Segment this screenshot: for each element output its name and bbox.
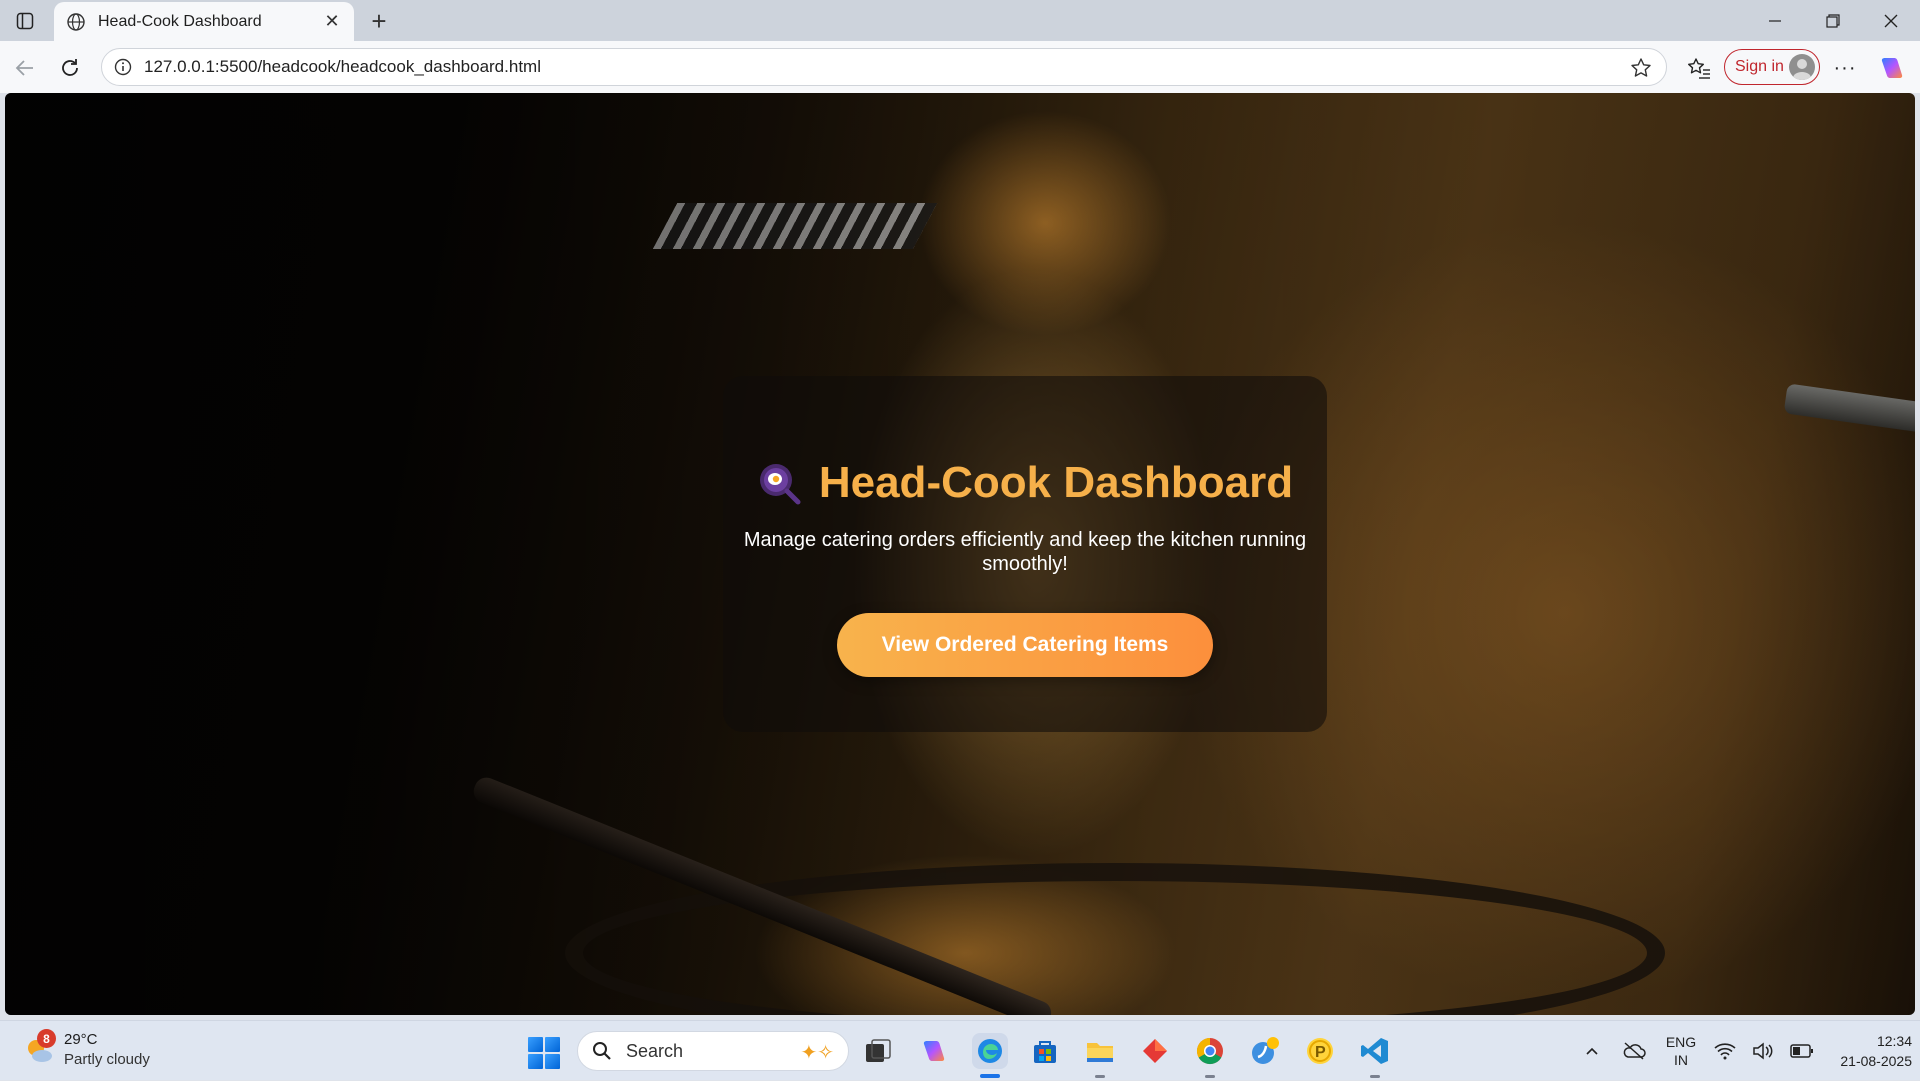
edge-icon — [978, 1039, 1002, 1063]
windows-logo-quad — [545, 1054, 560, 1069]
arrow-left-icon — [15, 60, 33, 76]
vscode-icon — [1361, 1038, 1388, 1064]
start-button[interactable] — [528, 1037, 560, 1069]
windows-logo-quad — [528, 1054, 543, 1069]
show-hidden-icons-button[interactable] — [1580, 1021, 1604, 1081]
clock-time: 12:34 — [1876, 1033, 1912, 1049]
sparkle-icon: ✦✧ — [800, 1042, 834, 1064]
weather-condition: Partly cloudy — [64, 1051, 150, 1068]
globe-icon — [67, 12, 85, 31]
close-tab-icon[interactable]: ✕ — [322, 11, 342, 32]
view-ordered-items-button[interactable]: View Ordered Catering Items — [837, 613, 1213, 677]
copilot-taskbar-button[interactable] — [916, 1033, 952, 1069]
restore-button[interactable] — [1810, 6, 1856, 36]
running-indicator — [1095, 1075, 1105, 1078]
language-region: IN — [1674, 1052, 1688, 1068]
battery-icon — [1790, 1044, 1813, 1058]
chrome-icon — [1196, 1037, 1223, 1065]
copilot-icon — [1881, 58, 1903, 78]
store-icon — [1034, 1041, 1056, 1063]
minimize-icon — [1769, 20, 1781, 22]
tab-actions-button[interactable] — [8, 8, 42, 34]
reload-icon — [62, 59, 78, 76]
url-text: 127.0.0.1:5500/headcook/headcook_dashboa… — [144, 57, 541, 76]
favorites-button[interactable] — [1684, 53, 1714, 83]
search-label: Search — [626, 1040, 684, 1061]
reload-button[interactable] — [55, 53, 85, 83]
running-indicator — [1205, 1075, 1215, 1078]
info-icon[interactable] — [114, 58, 132, 76]
vscode-taskbar-button[interactable] — [1357, 1033, 1393, 1078]
file-explorer-taskbar-button[interactable] — [1082, 1033, 1118, 1078]
favorites-icon — [1688, 58, 1710, 79]
store-taskbar-button[interactable] — [1027, 1033, 1063, 1069]
more-options-button[interactable]: ··· — [1830, 53, 1860, 83]
windows-logo-quad — [528, 1037, 543, 1052]
avatar — [1789, 54, 1815, 80]
running-indicator — [1370, 1075, 1380, 1078]
chevron-up-icon — [1586, 1047, 1598, 1055]
tab-strip: Head-Cook Dashboard ✕ + — [0, 0, 1920, 41]
tab-title: Head-Cook Dashboard — [98, 12, 262, 30]
quick-settings-button[interactable] — [1714, 1021, 1814, 1081]
clock-date: 21-08-2025 — [1840, 1053, 1912, 1069]
frying-pan-icon — [759, 464, 801, 505]
page-viewport: Head-Cook Dashboard Manage catering orde… — [5, 93, 1915, 1015]
sign-in-label: Sign in — [1735, 58, 1784, 75]
address-bar[interactable]: 127.0.0.1:5500/headcook/headcook_dashboa… — [101, 48, 1667, 86]
folder-icon — [1087, 1043, 1113, 1062]
onedrive-button[interactable] — [1620, 1021, 1648, 1081]
close-icon — [1884, 14, 1898, 28]
weather-widget[interactable]: 8 29°C Partly cloudy — [20, 1029, 190, 1073]
blue-app-taskbar-button[interactable] — [1247, 1033, 1283, 1069]
browser-toolbar: 127.0.0.1:5500/headcook/headcook_dashboa… — [0, 41, 1920, 93]
red-app-taskbar-button[interactable] — [1137, 1033, 1173, 1069]
wifi-icon — [1714, 1043, 1736, 1060]
diamond-app-icon — [1143, 1039, 1167, 1063]
weather-app-icon — [1252, 1037, 1279, 1064]
language-code: ENG — [1665, 1034, 1697, 1050]
back-button[interactable] — [10, 53, 40, 83]
sign-in-button[interactable]: Sign in — [1724, 49, 1820, 85]
new-tab-button[interactable]: + — [364, 6, 394, 36]
active-indicator — [980, 1074, 1000, 1078]
hero-title-row: Head-Cook Dashboard — [757, 458, 1293, 508]
star-icon[interactable] — [1630, 57, 1652, 79]
weather-temperature: 29°C — [64, 1031, 98, 1048]
minimize-button[interactable] — [1752, 6, 1798, 36]
search-icon — [593, 1042, 611, 1060]
restore-icon — [1826, 14, 1840, 28]
svg-text:P: P — [1315, 1044, 1326, 1061]
language-indicator[interactable]: ENG IN — [1660, 1021, 1702, 1081]
tab-active[interactable]: Head-Cook Dashboard ✕ — [54, 2, 354, 41]
page-subtitle: Manage catering orders efficiently and k… — [743, 529, 1307, 575]
weather-badge: 8 — [37, 1029, 56, 1048]
yellow-app-taskbar-button[interactable]: P — [1302, 1033, 1338, 1069]
clock[interactable]: 12:34 21-08-2025 — [1812, 1021, 1912, 1081]
taskbar-search[interactable]: Search ✦✧ — [577, 1031, 849, 1071]
person-icon — [1793, 59, 1811, 80]
chrome-taskbar-button[interactable] — [1192, 1033, 1228, 1078]
hero-card: Head-Cook Dashboard Manage catering orde… — [723, 376, 1327, 732]
copilot-button[interactable] — [1877, 53, 1907, 83]
volume-icon — [1753, 1042, 1773, 1060]
edge-taskbar-button[interactable] — [972, 1033, 1008, 1078]
task-view-button[interactable] — [860, 1033, 896, 1069]
close-window-button[interactable] — [1868, 6, 1914, 36]
page-title: Head-Cook Dashboard — [818, 458, 1294, 507]
copilot-icon — [923, 1041, 945, 1061]
sidebar-icon — [16, 12, 34, 30]
windows-logo-quad — [545, 1037, 560, 1052]
taskbar: 8 29°C Partly cloudy Search ✦✧ P ENG IN … — [0, 1020, 1920, 1080]
p-app-icon: P — [1307, 1038, 1333, 1064]
cloud-off-icon — [1623, 1042, 1646, 1060]
task-view-icon — [866, 1039, 891, 1062]
